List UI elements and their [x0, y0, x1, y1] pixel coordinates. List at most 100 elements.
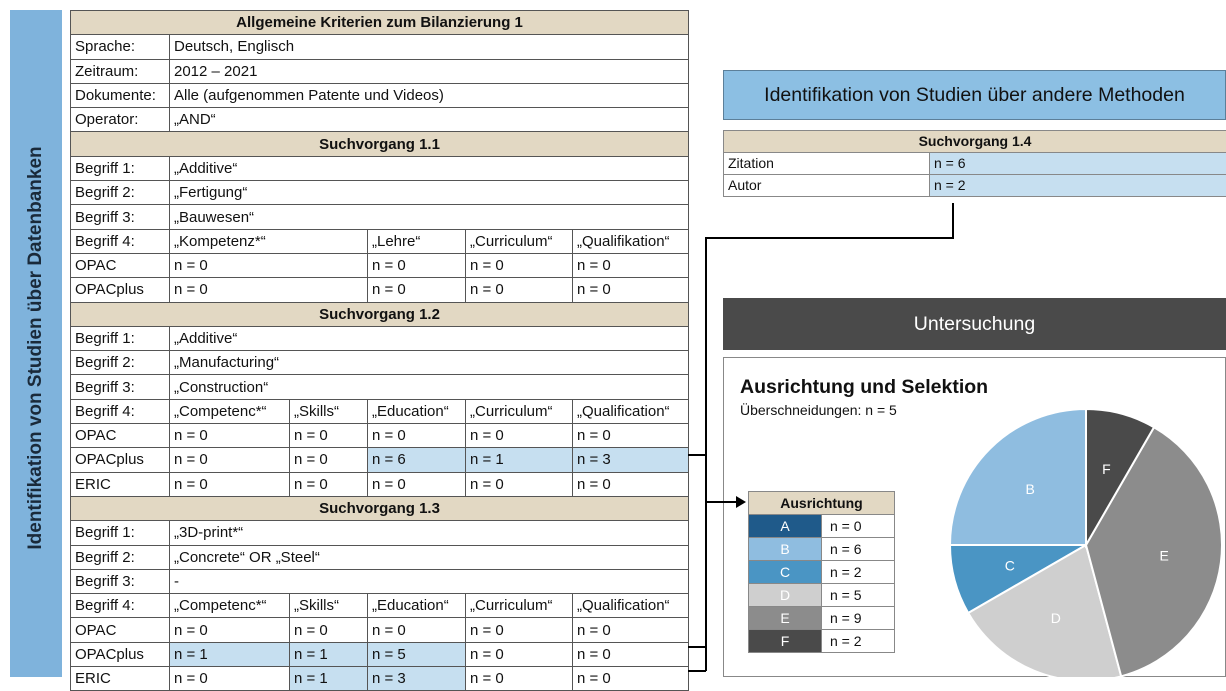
result-count: n = 0: [573, 424, 689, 448]
table-row: Begriff 1:„3D-print*“: [71, 521, 689, 545]
database-label: OPACplus: [71, 278, 170, 302]
term-value: „Qualification“: [573, 399, 689, 423]
term-label: Begriff 1:: [71, 156, 170, 180]
section-title-row: Suchvorgang 1.1: [71, 132, 689, 156]
search-criteria-table: Allgemeine Kriterien zum Bilanzierung 1S…: [70, 10, 689, 691]
table-row: OPACplusn = 0n = 0n = 6n = 1n = 3: [71, 448, 689, 472]
section-title: Suchvorgang 1.2: [71, 302, 689, 326]
legend-key: D: [749, 584, 822, 607]
term-value: „Competenc*“: [170, 399, 290, 423]
result-count: n = 0: [290, 618, 368, 642]
term-label: Begriff 3:: [71, 569, 170, 593]
criteria-label: Operator:: [71, 108, 170, 132]
table-row: Sprache:Deutsch, Englisch: [71, 35, 689, 59]
database-label: ERIC: [71, 472, 170, 496]
term-value: „Curriculum“: [466, 229, 573, 253]
pie-label-b: B: [1026, 481, 1035, 497]
result-count: n = 0: [573, 667, 689, 691]
table-row: Zeitraum:2012 – 2021: [71, 59, 689, 83]
legend-key: A: [749, 515, 822, 538]
legend-row: En = 9: [749, 607, 895, 630]
table-row: OPACn = 0n = 0n = 0n = 0n = 0: [71, 618, 689, 642]
pie-label-f: F: [1102, 461, 1111, 477]
row-value: n = 6: [930, 153, 1226, 175]
term-value: „Bauwesen“: [170, 205, 689, 229]
table-row: Begriff 3:-: [71, 569, 689, 593]
result-count: n = 0: [368, 472, 466, 496]
legend-title-row: Ausrichtung: [749, 492, 895, 515]
row-label: Autor: [724, 175, 930, 197]
pie-label-d: D: [1051, 610, 1061, 626]
term-value: „Qualification“: [573, 594, 689, 618]
section-title-row: Suchvorgang 1.3: [71, 496, 689, 520]
result-count: n = 0: [368, 618, 466, 642]
table-row: OPACn = 0n = 0n = 0n = 0: [71, 253, 689, 277]
term-value: „3D-print*“: [170, 521, 689, 545]
section-title-row: Suchvorgang 1.2: [71, 302, 689, 326]
search-1-4-title: Suchvorgang 1.4: [724, 131, 1226, 153]
database-label: OPAC: [71, 618, 170, 642]
table-row: Begriff 4:„Competenc*“„Skills“„Education…: [71, 399, 689, 423]
legend-value: n = 6: [822, 538, 895, 561]
untersuchung-header: Untersuchung: [723, 298, 1226, 350]
term-value: „Curriculum“: [466, 594, 573, 618]
table-row: Begriff 2:„Fertigung“: [71, 181, 689, 205]
pie-label-e: E: [1160, 547, 1169, 563]
side-label: Identifikation von Studien über Datenban…: [25, 146, 47, 549]
result-count: n = 1: [466, 448, 573, 472]
result-count: n = 0: [290, 472, 368, 496]
database-label: OPAC: [71, 424, 170, 448]
criteria-label: Dokumente:: [71, 83, 170, 107]
criteria-value: „AND“: [170, 108, 689, 132]
legend-row: Dn = 5: [749, 584, 895, 607]
term-value: „Education“: [368, 594, 466, 618]
term-label: Begriff 1:: [71, 326, 170, 350]
result-count: n = 0: [466, 472, 573, 496]
table-row: OPACn = 0n = 0n = 0n = 0n = 0: [71, 424, 689, 448]
term-label: Begriff 3:: [71, 205, 170, 229]
search-1-4-table: Suchvorgang 1.4 Zitation n = 6 Autor n =…: [723, 130, 1226, 197]
result-count: n = 0: [170, 424, 290, 448]
term-value: „Curriculum“: [466, 399, 573, 423]
criteria-label: Sprache:: [71, 35, 170, 59]
term-value: „Qualifikation“: [573, 229, 689, 253]
term-value: „Construction“: [170, 375, 689, 399]
criteria-value: Deutsch, Englisch: [170, 35, 689, 59]
legend-title: Ausrichtung: [749, 492, 895, 515]
section-title: Suchvorgang 1.1: [71, 132, 689, 156]
legend-value: n = 5: [822, 584, 895, 607]
criteria-value: 2012 – 2021: [170, 59, 689, 83]
legend-key: C: [749, 561, 822, 584]
term-value: „Kompetenz*“: [170, 229, 368, 253]
result-count: n = 0: [170, 472, 290, 496]
result-count: n = 0: [466, 278, 573, 302]
table-row: ERICn = 0n = 0n = 0n = 0n = 0: [71, 472, 689, 496]
pie-label-c: C: [1005, 557, 1015, 573]
result-count: n = 6: [368, 448, 466, 472]
term-label: Begriff 2:: [71, 181, 170, 205]
term-label: Begriff 2:: [71, 351, 170, 375]
result-count: n = 0: [573, 618, 689, 642]
table-row: OPACplusn = 1n = 1n = 5n = 0n = 0: [71, 642, 689, 666]
term-label: Begriff 4:: [71, 594, 170, 618]
term-value: „Additive“: [170, 326, 689, 350]
result-count: n = 1: [170, 642, 290, 666]
result-count: n = 0: [170, 278, 368, 302]
table-row: Begriff 4:„Kompetenz*“„Lehre“„Curriculum…: [71, 229, 689, 253]
table-row: Zitation n = 6: [724, 153, 1226, 175]
term-value: „Concrete“ OR „Steel“: [170, 545, 689, 569]
result-count: n = 0: [290, 448, 368, 472]
term-value: „Lehre“: [368, 229, 466, 253]
result-count: n = 0: [368, 424, 466, 448]
term-value: „Manufacturing“: [170, 351, 689, 375]
legend-value: n = 0: [822, 515, 895, 538]
result-count: n = 0: [170, 618, 290, 642]
legend-value: n = 2: [822, 630, 895, 653]
result-count: n = 0: [573, 278, 689, 302]
term-value: „Additive“: [170, 156, 689, 180]
result-count: n = 0: [573, 472, 689, 496]
legend-key: B: [749, 538, 822, 561]
table-row: Begriff 2:„Manufacturing“: [71, 351, 689, 375]
term-label: Begriff 4:: [71, 399, 170, 423]
term-label: Begriff 2:: [71, 545, 170, 569]
